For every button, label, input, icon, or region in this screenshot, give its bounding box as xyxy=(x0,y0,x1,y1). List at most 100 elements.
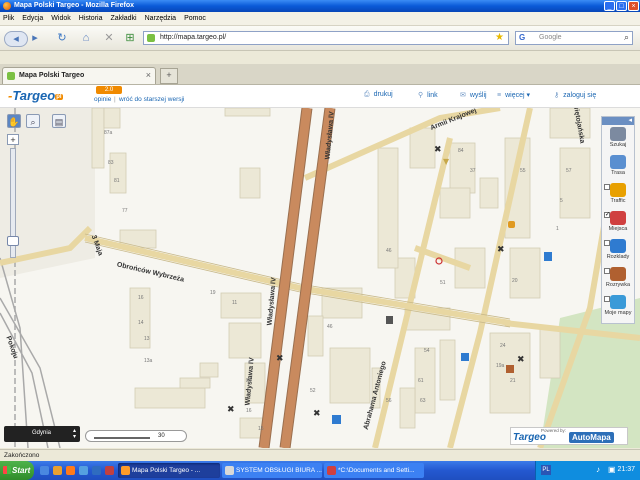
panel-item-label: Traffic xyxy=(610,198,626,204)
rozrywka-icon xyxy=(610,267,626,281)
print-link[interactable]: ⎙ drukuj xyxy=(364,91,393,99)
traffic-icon xyxy=(610,183,626,197)
city-select-arrows-icon[interactable]: ▴ ▾ xyxy=(73,428,76,440)
volume-icon[interactable]: ♪ xyxy=(596,465,600,474)
panel-item-szukaj[interactable]: Szukaj xyxy=(602,127,634,148)
desktop-quicklaunch-icon[interactable] xyxy=(79,466,88,475)
start-label: Start xyxy=(12,466,31,475)
building-number: 84 xyxy=(458,148,464,154)
layer-checkbox[interactable]: ✓ xyxy=(604,212,610,218)
back-icon[interactable]: ◂ xyxy=(4,31,28,47)
powered-by-badge[interactable]: Powered by: Targeo AutoMapa xyxy=(510,427,628,445)
building-number: 54 xyxy=(424,348,430,354)
reload-icon[interactable]: ↻ xyxy=(54,31,70,45)
start-button[interactable]: Start xyxy=(0,461,34,480)
building-number: 16 xyxy=(138,295,144,301)
tab-mapa-polski[interactable]: Mapa Polski Targeo × xyxy=(2,67,156,84)
menu-view[interactable]: Widok xyxy=(48,12,75,25)
old-version-link[interactable]: wróć do starszej wersji xyxy=(119,96,184,103)
send-icon: ✉ xyxy=(460,92,466,99)
language-indicator[interactable]: PL xyxy=(541,465,551,475)
scale-value: 30 xyxy=(158,433,165,439)
layer-checkbox[interactable] xyxy=(604,240,610,246)
send-link[interactable]: ✉ wyślij xyxy=(460,91,487,99)
firefox-quicklaunch-icon[interactable] xyxy=(66,466,75,475)
link-separator: | xyxy=(114,96,116,103)
login-link[interactable]: ⚷ zaloguj się xyxy=(554,91,596,99)
menu-edit[interactable]: Edycja xyxy=(19,12,48,25)
building-number: 81 xyxy=(114,178,120,184)
layer-checkbox[interactable] xyxy=(604,268,610,274)
layer-checkbox[interactable] xyxy=(604,184,610,190)
building-number: 57 xyxy=(566,168,572,174)
link-link[interactable]: ⚲ link xyxy=(418,91,438,99)
taskbar: Start Mapa Polski Targeo - ... SYSTEM OB… xyxy=(0,461,640,480)
building-number: 63 xyxy=(420,398,426,404)
link-icon: ⚲ xyxy=(418,92,424,99)
search-box[interactable]: G Google ⌕ xyxy=(515,31,633,45)
targeo-logo[interactable]: -Targeopl xyxy=(8,88,63,103)
hand-pan-icon[interactable]: ✋ xyxy=(7,114,21,128)
folder-quicklaunch-icon[interactable] xyxy=(53,466,62,475)
menu-tools[interactable]: Narzędzia xyxy=(142,12,182,25)
panel-collapse-button[interactable]: ◂ xyxy=(602,117,634,125)
close-window-button[interactable]: × xyxy=(628,1,639,11)
google-icon[interactable]: G xyxy=(519,33,525,42)
link-label: link xyxy=(427,92,438,99)
panel-item-label: Rozrywka xyxy=(605,282,631,288)
building-number: 16 xyxy=(246,408,252,414)
address-bar[interactable]: http://mapa.targeo.pl/ ★ xyxy=(143,31,509,45)
map-canvas[interactable]: ✖ ✖ ✖ ✖ ✖ ✖ ▼ xyxy=(0,108,640,448)
zoom-slider-handle[interactable] xyxy=(7,236,19,246)
window-title-bar[interactable]: Mapa Polski Targeo - Mozilla Firefox _ □… xyxy=(0,0,640,12)
taskbar-item-system[interactable]: SYSTEM OBSŁUGI BIURA ... xyxy=(222,463,322,478)
ie-quicklaunch-icon[interactable] xyxy=(40,466,49,475)
building-number: 21 xyxy=(510,378,516,384)
map-view[interactable]: ✖ ✖ ✖ ✖ ✖ ✖ ▼ Armii Krajowej Obrońców Wy… xyxy=(0,108,640,448)
system-tray: PL ♪ ▣ 21:37 xyxy=(535,461,640,480)
login-icon: ⚷ xyxy=(554,92,560,99)
media-quicklaunch-icon[interactable] xyxy=(92,466,101,475)
bookmark-add-icon[interactable]: ⊞ xyxy=(122,31,138,45)
menu-bookmarks[interactable]: Zakładki xyxy=(107,12,141,25)
building-number: 24 xyxy=(500,343,506,349)
search-icon[interactable]: ⌕ xyxy=(624,32,629,43)
zoom-in-button[interactable]: + xyxy=(7,134,19,145)
network-icon[interactable]: ▣ xyxy=(608,465,616,474)
forward-icon[interactable]: ▸ xyxy=(27,31,43,45)
city-select-value: Gdynia xyxy=(32,430,52,436)
taskbar-item-firefox[interactable]: Mapa Polski Targeo - ... xyxy=(118,463,220,478)
home-icon[interactable]: ⌂ xyxy=(78,31,94,45)
menu-help[interactable]: Pomoc xyxy=(181,12,211,25)
svg-text:✖: ✖ xyxy=(517,355,525,365)
menu-history[interactable]: Historia xyxy=(76,12,108,25)
more-link[interactable]: ≡ więcej ▾ xyxy=(497,91,530,99)
tab-close-icon[interactable]: × xyxy=(146,70,151,80)
layer-checkbox[interactable] xyxy=(604,296,610,302)
zoom-control[interactable]: + xyxy=(7,134,19,264)
app-quicklaunch-icon[interactable] xyxy=(105,466,114,475)
taskbar-item-label: Mapa Polski Targeo - ... xyxy=(132,467,201,474)
trasa-icon xyxy=(610,155,626,169)
logo-suffix: pl xyxy=(55,93,63,100)
panel-item-label: Miejsca xyxy=(608,226,628,232)
taskbar-item-documents[interactable]: *C:\Documents and Setti... xyxy=(324,463,424,478)
panel-item-trasa[interactable]: Trasa xyxy=(602,155,634,176)
building-number: 15 xyxy=(258,426,264,432)
maximize-button[interactable]: □ xyxy=(616,1,627,11)
stop-icon[interactable]: ✕ xyxy=(101,31,117,45)
bookmark-star-icon[interactable]: ★ xyxy=(495,32,504,43)
building-number: 83 xyxy=(108,160,114,166)
building-number: 19 xyxy=(210,290,216,296)
opinions-link[interactable]: opinie xyxy=(94,96,111,103)
url-text: http://mapa.targeo.pl/ xyxy=(160,34,227,41)
menu-file[interactable]: Plik xyxy=(0,12,19,25)
zoom-area-icon[interactable]: ⌕ xyxy=(26,114,40,128)
minimize-button[interactable]: _ xyxy=(604,1,615,11)
city-select[interactable]: Gdynia ▴ ▾ xyxy=(4,426,80,442)
new-tab-button[interactable]: + xyxy=(160,68,178,84)
panel-item-label: Trasa xyxy=(611,170,625,176)
layers-icon[interactable]: ▤ xyxy=(52,114,66,128)
building-number: 61 xyxy=(418,378,424,384)
panel-item-label: Szukaj xyxy=(609,142,627,148)
